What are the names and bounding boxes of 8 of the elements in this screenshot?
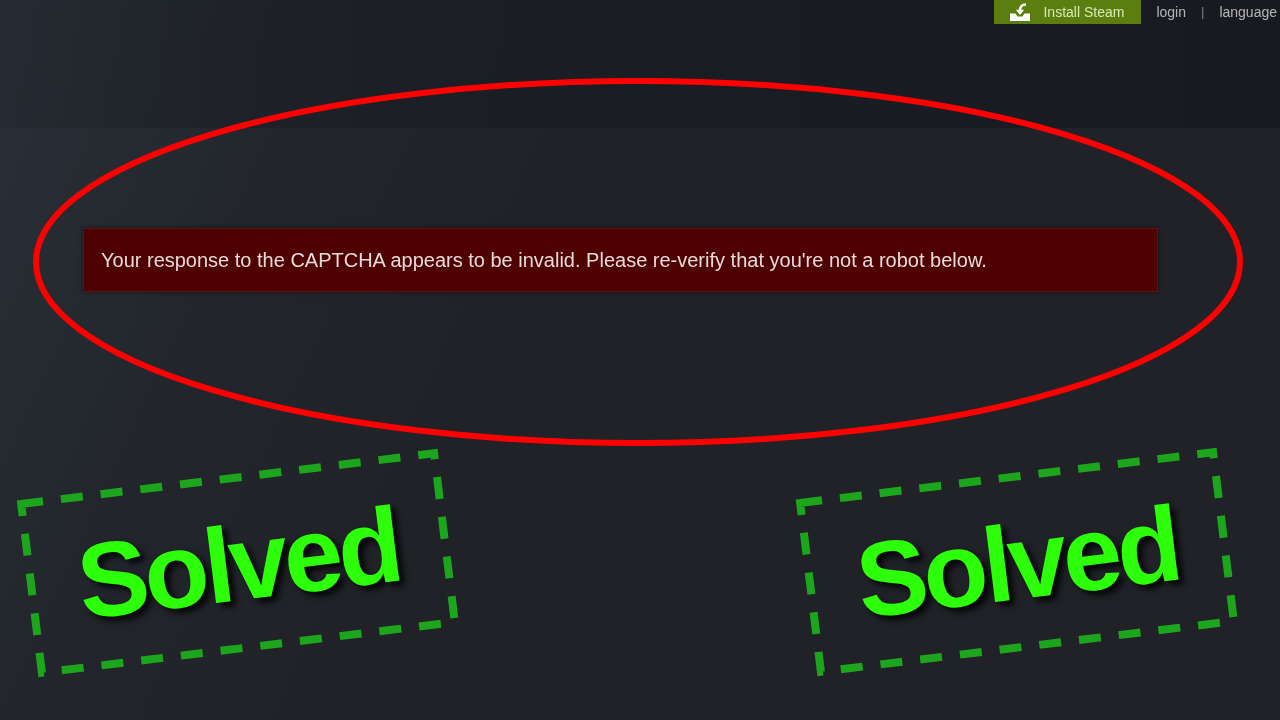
solved-label: Solved: [852, 502, 1182, 622]
login-link[interactable]: login: [1156, 1, 1186, 23]
download-icon: [1009, 3, 1032, 21]
language-link[interactable]: language: [1219, 1, 1277, 23]
install-steam-button[interactable]: Install Steam: [994, 0, 1142, 24]
error-message: Your response to the CAPTCHA appears to be invalid. Please re-verify that you're not a robot below.: [101, 248, 987, 273]
link-separator: |: [1201, 3, 1205, 22]
solved-label: Solved: [73, 503, 403, 623]
